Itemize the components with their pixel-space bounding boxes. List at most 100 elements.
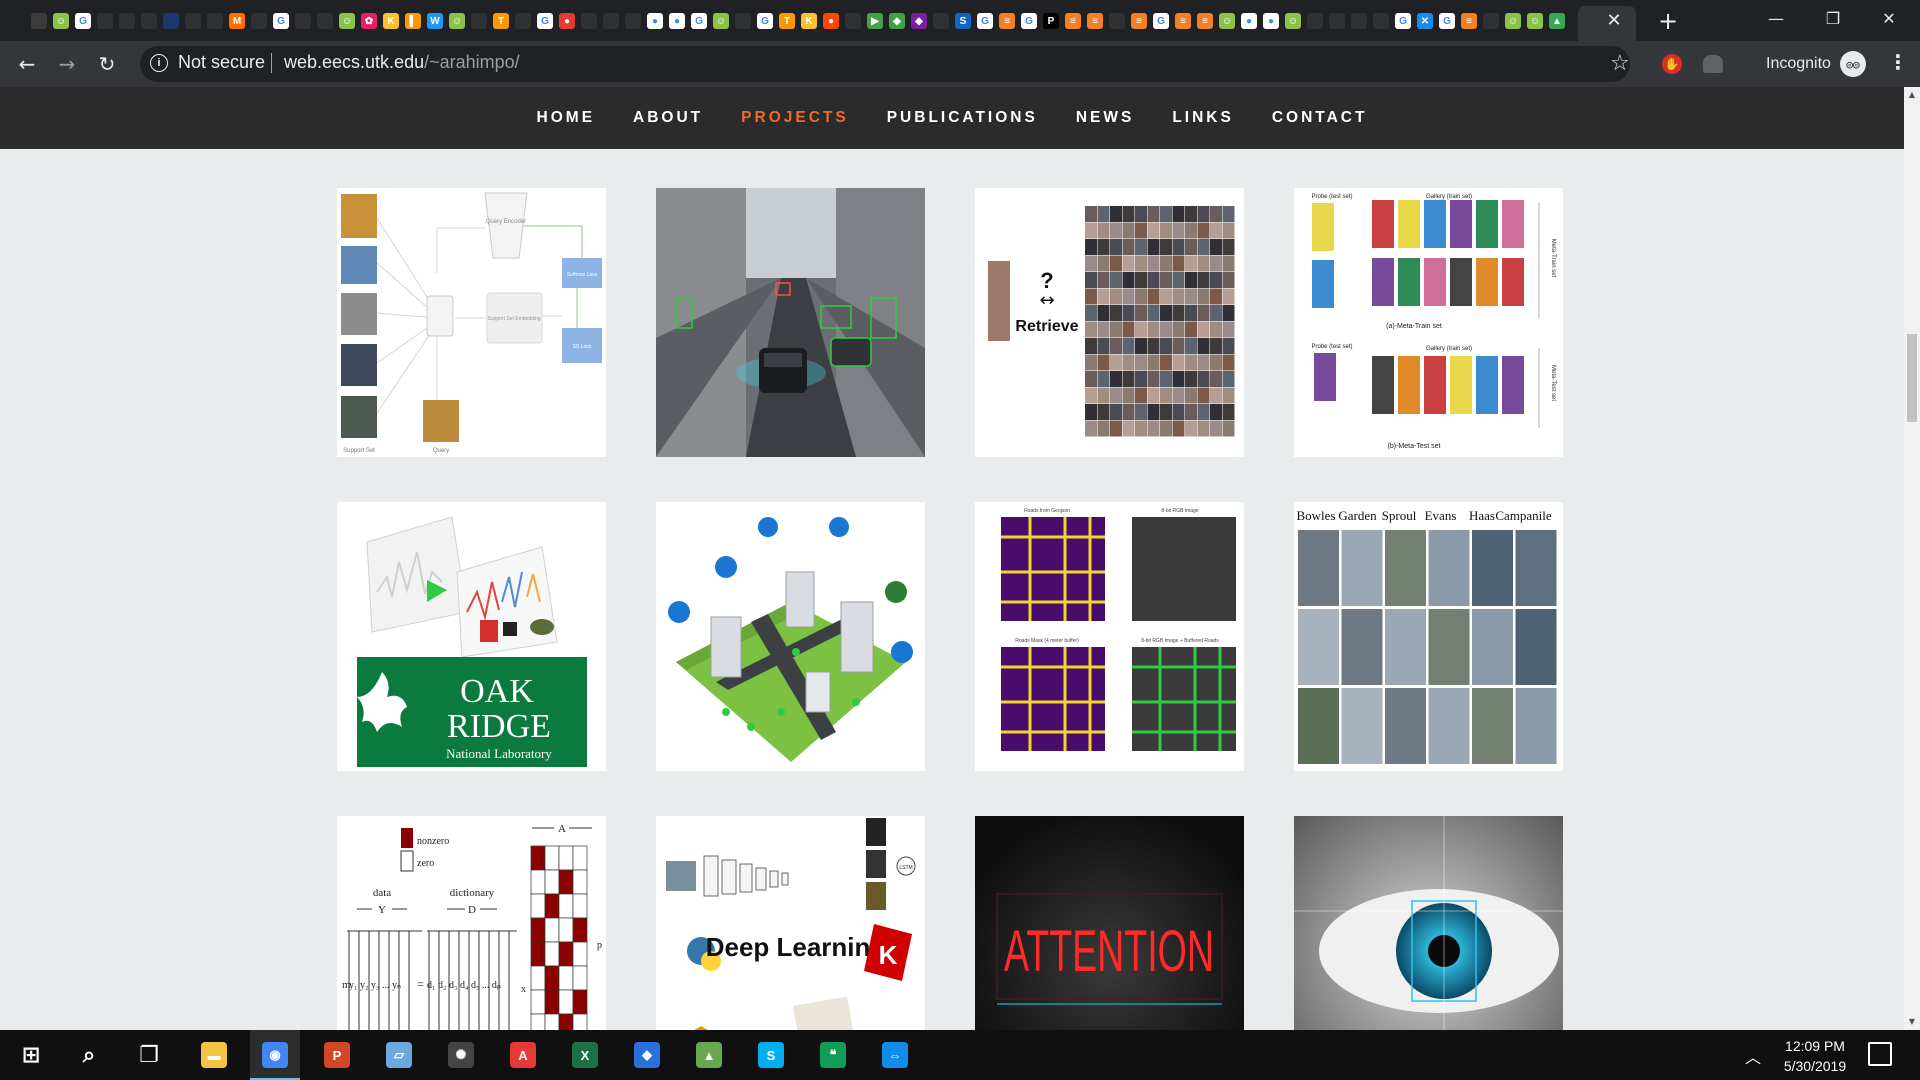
browser-tab[interactable]: ☺ [50, 7, 72, 35]
browser-tab[interactable]: ☺ [710, 7, 732, 35]
teamviewer-icon[interactable]: ⇔ [870, 1030, 920, 1080]
project-card-dictionary-learning[interactable]: nonzero zero data dictionary Y D A m y₁ … [337, 816, 606, 1030]
browser-tab[interactable] [138, 7, 160, 35]
project-card-ornl[interactable]: OAK RIDGE National Laboratory [337, 502, 606, 771]
notes-icon[interactable]: ▱ [374, 1030, 424, 1080]
scrollbar-thumb[interactable] [1907, 334, 1917, 422]
acrobat-icon[interactable]: A [498, 1030, 548, 1080]
nav-news[interactable]: NEWS [1076, 109, 1135, 127]
browser-tab[interactable]: ≡ [1062, 7, 1084, 35]
browser-tab[interactable] [732, 7, 754, 35]
browser-tab[interactable] [1326, 7, 1348, 35]
tray-overflow-icon[interactable]: ︿ [1745, 1044, 1761, 1068]
browser-tab[interactable]: ● [1238, 7, 1260, 35]
nav-about[interactable]: ABOUT [633, 109, 703, 127]
project-card-eye-tracking[interactable] [1294, 816, 1563, 1030]
browser-tab[interactable] [1348, 7, 1370, 35]
project-card-deep-learning[interactable]: LSTM Deep Learning K [656, 816, 925, 1030]
browser-tab[interactable]: G [1150, 7, 1172, 35]
vertical-scrollbar[interactable]: ▲ ▼ [1904, 87, 1920, 1030]
new-tab-button[interactable]: + [1655, 7, 1681, 35]
settings-app-icon[interactable]: ✺ [436, 1030, 486, 1080]
project-card-few-shot[interactable]: Query Encoder Support Set Embedding Soft… [337, 188, 606, 457]
project-card-person-retrieval[interactable]: ? ↔ Retrieve [975, 188, 1244, 457]
nav-contact[interactable]: CONTACT [1272, 109, 1368, 127]
browser-tab[interactable]: G [1436, 7, 1458, 35]
nav-projects[interactable]: PROJECTS [741, 109, 849, 127]
browser-menu-icon[interactable]: ⋮ [1888, 50, 1908, 74]
url-text[interactable]: web.eecs.utk.edu/~arahimpo/ [284, 52, 520, 73]
project-card-autonomous-driving[interactable] [656, 188, 925, 457]
minimize-button[interactable]: — [1753, 0, 1799, 36]
git-icon[interactable]: ◆ [622, 1030, 672, 1080]
browser-tab[interactable]: ≡ [1172, 7, 1194, 35]
incognito-icon[interactable]: ◎◎ [1840, 51, 1866, 77]
browser-tab[interactable]: ● [644, 7, 666, 35]
browser-tab[interactable]: ☺ [1524, 7, 1546, 35]
browser-tab[interactable]: W [424, 7, 446, 35]
browser-tab[interactable]: G [534, 7, 556, 35]
browser-tab[interactable] [160, 7, 182, 35]
browser-tab[interactable]: ✕ [1414, 7, 1436, 35]
browser-tab[interactable]: ✿ [358, 7, 380, 35]
browser-tab[interactable]: G [688, 7, 710, 35]
browser-tab[interactable]: ≡ [1128, 7, 1150, 35]
task-view-icon[interactable]: ❐ [124, 1030, 174, 1080]
browser-tab[interactable] [28, 7, 50, 35]
browser-tab[interactable] [204, 7, 226, 35]
browser-tab[interactable]: G [754, 7, 776, 35]
security-status[interactable]: Not secure [178, 52, 265, 73]
browser-tab[interactable]: ● [556, 7, 578, 35]
project-card-smart-city[interactable] [656, 502, 925, 771]
browser-tab[interactable]: ▲ [1546, 7, 1568, 35]
browser-tab[interactable] [1304, 7, 1326, 35]
info-icon[interactable]: i [150, 54, 168, 72]
browser-tab[interactable]: S [952, 7, 974, 35]
browser-tab[interactable] [930, 7, 952, 35]
browser-tab[interactable]: ● [1260, 7, 1282, 35]
browser-tab[interactable] [314, 7, 336, 35]
browser-tab[interactable]: G [270, 7, 292, 35]
browser-tab[interactable]: K [380, 7, 402, 35]
file-explorer-icon[interactable]: ▬ [189, 1030, 239, 1080]
browser-tab[interactable]: G [1392, 7, 1414, 35]
browser-tab[interactable]: G [974, 7, 996, 35]
browser-tab[interactable]: ≡ [1458, 7, 1480, 35]
browser-tab[interactable]: T [490, 7, 512, 35]
browser-tab[interactable]: ☺ [1282, 7, 1304, 35]
reload-button[interactable]: ↻ [93, 50, 121, 78]
scroll-up-arrow-icon[interactable]: ▲ [1907, 90, 1917, 100]
browser-tab[interactable]: ☺ [446, 7, 468, 35]
browser-tab[interactable]: K [798, 7, 820, 35]
project-card-attention[interactable]: ATTENTION [975, 816, 1244, 1030]
browser-tab[interactable]: ≡ [1084, 7, 1106, 35]
excel-icon[interactable]: X [560, 1030, 610, 1080]
browser-tab[interactable]: ☺ [1502, 7, 1524, 35]
back-button[interactable]: ← [13, 50, 41, 78]
close-window-button[interactable]: ✕ [1866, 0, 1912, 36]
project-card-place-recognition[interactable]: Bowles Garden Sproul Evans Haas Campanile [1294, 502, 1563, 771]
nav-home[interactable]: HOME [537, 109, 596, 127]
browser-tab[interactable]: ▌ [402, 7, 424, 35]
browser-tab[interactable] [468, 7, 490, 35]
restore-button[interactable]: ❐ [1810, 0, 1856, 36]
browser-tab[interactable] [292, 7, 314, 35]
extension-icon[interactable] [1703, 55, 1723, 73]
browser-tab[interactable] [842, 7, 864, 35]
browser-tab[interactable]: ☺ [336, 7, 358, 35]
hangouts-icon[interactable]: ❝ [808, 1030, 858, 1080]
browser-tab[interactable] [1480, 7, 1502, 35]
project-card-road-extraction[interactable]: Roads from Geojson 8-bit RGB Image Roads… [975, 502, 1244, 771]
search-icon[interactable]: ⌕ [64, 1030, 114, 1080]
system-clock[interactable]: 12:09 PM 5/30/2019 [1770, 1036, 1860, 1076]
close-tab-icon[interactable]: ✕ [1604, 10, 1624, 31]
incognito-label[interactable]: Incognito [1766, 55, 1831, 73]
browser-tab[interactable]: M [226, 7, 248, 35]
browser-tab[interactable]: ≡ [996, 7, 1018, 35]
nav-publications[interactable]: PUBLICATIONS [887, 109, 1038, 127]
browser-tab[interactable]: P [1040, 7, 1062, 35]
browser-tab[interactable]: T [776, 7, 798, 35]
browser-tab[interactable] [1106, 7, 1128, 35]
browser-tab[interactable]: ● [666, 7, 688, 35]
browser-tab[interactable] [248, 7, 270, 35]
